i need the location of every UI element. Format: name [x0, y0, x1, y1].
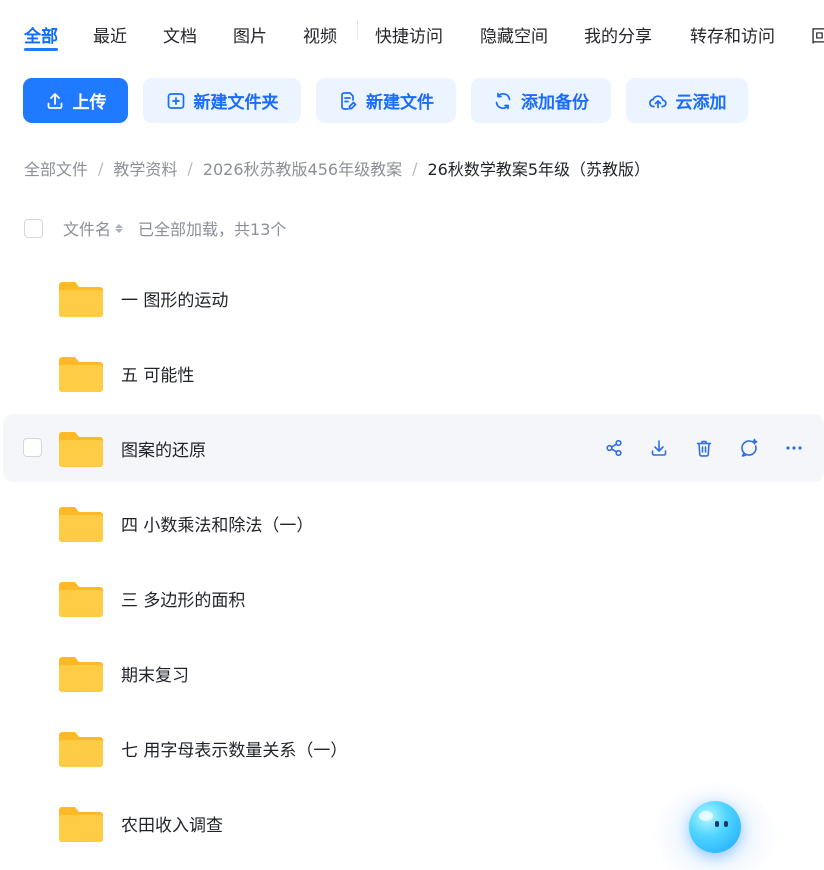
breadcrumb-separator: / — [412, 158, 418, 178]
tab-recycle[interactable]: 回 — [811, 22, 824, 47]
folder-icon — [59, 582, 103, 617]
list-item[interactable]: 五 可能性 — [3, 339, 824, 407]
tab-images[interactable]: 图片 — [233, 22, 267, 47]
breadcrumb-lesson-plans[interactable]: 2026秋苏教版456年级教案 — [203, 156, 402, 180]
assistant-eye — [724, 821, 728, 827]
file-name: 图案的还原 — [121, 441, 206, 461]
name-column-label: 文件名 — [63, 220, 112, 239]
file-name: 四 小数乘法和除法（一） — [121, 516, 314, 536]
tab-videos[interactable]: 视频 — [303, 22, 337, 47]
share-icon — [606, 439, 622, 457]
folder-icon — [59, 507, 103, 542]
list-item[interactable]: 期末复习 — [3, 639, 824, 707]
list-item[interactable]: 四 小数乘法和除法（一） — [3, 489, 824, 557]
share-button[interactable] — [600, 434, 628, 462]
folder-icon — [59, 657, 103, 692]
sort-by-name[interactable]: 文件名 — [63, 216, 124, 240]
sync-icon — [495, 92, 511, 109]
list-item-hovered[interactable]: 图案的还原 — [3, 414, 824, 482]
list-header: 文件名 已全部加载，共13个 — [24, 216, 286, 240]
cloud-add-label: 云添加 — [675, 93, 727, 113]
folder-icon — [59, 432, 103, 467]
new-file-button[interactable]: 新建文件 — [316, 78, 456, 123]
active-tab-indicator — [24, 48, 58, 51]
more-button[interactable] — [780, 434, 808, 462]
breadcrumb-separator: / — [98, 158, 104, 178]
file-edit-icon — [341, 91, 357, 110]
more-icon — [786, 446, 802, 450]
breadcrumb-all-files[interactable]: 全部文件 — [24, 156, 88, 180]
tab-hidden-space[interactable]: 隐藏空间 — [480, 22, 548, 47]
breadcrumb-teaching-materials[interactable]: 教学资料 — [113, 156, 177, 180]
list-item[interactable]: 一 图形的运动 — [3, 264, 824, 332]
list-item[interactable]: 七 用字母表示数量关系（一） — [3, 714, 824, 782]
file-name: 农田收入调查 — [121, 816, 223, 836]
download-icon — [651, 440, 667, 456]
upload-button[interactable]: 上传 — [23, 78, 128, 123]
row-checkbox[interactable] — [23, 438, 42, 457]
tab-all[interactable]: 全部 — [24, 22, 58, 47]
folder-icon — [59, 732, 103, 767]
assistant-eye — [715, 821, 719, 827]
tab-divider — [357, 20, 358, 40]
tab-recent[interactable]: 最近 — [93, 22, 127, 47]
new-folder-button[interactable]: 新建文件夹 — [143, 78, 301, 123]
assistant-shine — [699, 811, 713, 821]
tab-my-shares[interactable]: 我的分享 — [584, 22, 652, 47]
select-all-checkbox[interactable] — [24, 218, 43, 238]
folder-icon — [59, 357, 103, 392]
file-name: 五 可能性 — [121, 366, 195, 386]
sort-arrows-icon — [115, 223, 124, 233]
breadcrumb-separator: / — [187, 158, 193, 178]
delete-icon — [696, 440, 712, 457]
cloud-add-button[interactable]: 云添加 — [626, 78, 748, 123]
ai-chat-button[interactable] — [735, 434, 763, 462]
upload-label: 上传 — [72, 93, 107, 113]
new-file-label: 新建文件 — [366, 93, 434, 113]
file-name: 一 图形的运动 — [121, 291, 229, 311]
folder-icon — [59, 807, 103, 842]
row-actions — [583, 434, 808, 462]
folder-plus-icon — [167, 92, 184, 109]
download-button[interactable] — [645, 434, 673, 462]
breadcrumb: 全部文件 / 教学资料 / 2026秋苏教版456年级教案 / 26秋数学教案5… — [24, 155, 650, 181]
ai-chat-icon — [741, 438, 758, 457]
tab-documents[interactable]: 文档 — [163, 22, 197, 47]
cloud-upload-icon — [648, 94, 667, 108]
file-name: 七 用字母表示数量关系（一） — [121, 741, 348, 761]
upload-icon — [47, 92, 62, 109]
breadcrumb-current-folder: 26秋数学教案5年级（苏教版） — [427, 160, 651, 179]
tab-quick-access[interactable]: 快捷访问 — [375, 22, 443, 47]
new-folder-label: 新建文件夹 — [193, 93, 279, 113]
add-backup-label: 添加备份 — [521, 93, 589, 113]
load-status: 已全部加载，共13个 — [138, 220, 287, 239]
delete-button[interactable] — [690, 434, 718, 462]
add-backup-button[interactable]: 添加备份 — [471, 78, 611, 123]
file-name: 期末复习 — [121, 666, 189, 686]
category-tabs: 全部 最近 文档 图片 视频 快捷访问 隐藏空间 我的分享 转存和访问 回 — [0, 0, 824, 60]
list-item[interactable]: 三 多边形的面积 — [3, 564, 824, 632]
tab-transfers[interactable]: 转存和访问 — [690, 22, 775, 47]
ai-assistant-button[interactable] — [689, 801, 741, 853]
folder-icon — [59, 282, 103, 317]
file-name: 三 多边形的面积 — [121, 591, 246, 611]
